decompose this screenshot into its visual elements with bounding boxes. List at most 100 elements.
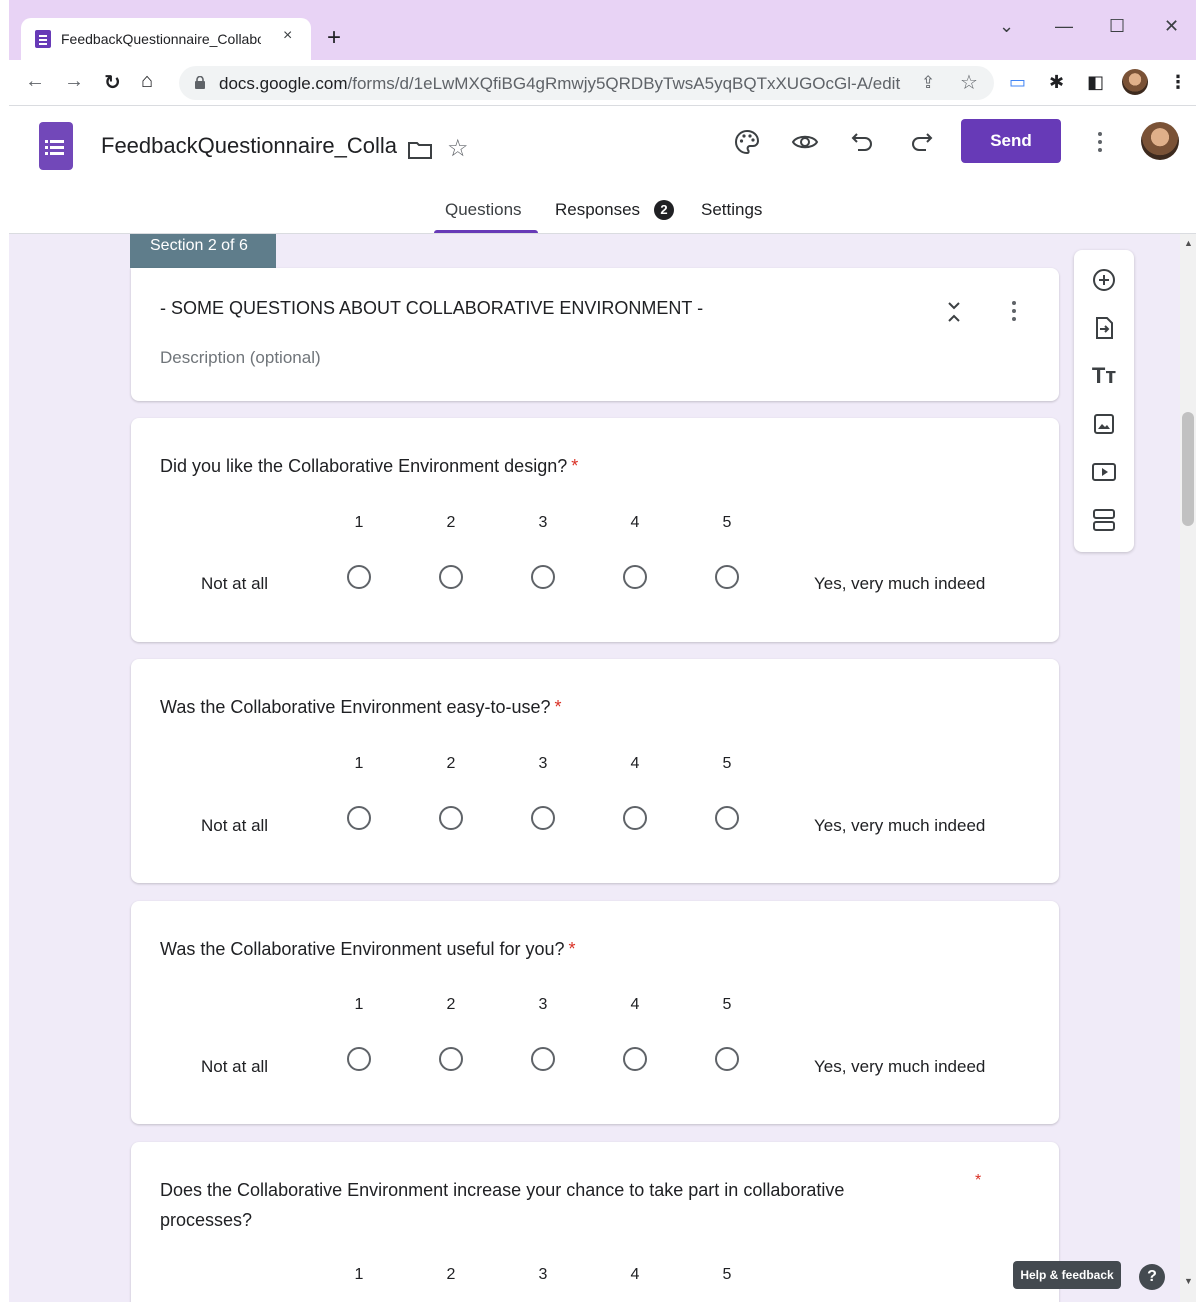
palette-icon[interactable] [733, 128, 761, 156]
scale-number: 5 [722, 755, 732, 772]
radio-option[interactable] [715, 565, 739, 589]
question-title[interactable]: Was the Collaborative Environment easy-t… [160, 692, 562, 722]
section-description-field[interactable]: Description (optional) [160, 348, 321, 368]
add-video-icon[interactable] [1091, 459, 1117, 485]
scale-number: 4 [630, 514, 640, 531]
section-more-icon[interactable] [1011, 301, 1017, 323]
redo-icon[interactable] [907, 128, 935, 156]
required-asterisk: * [571, 456, 579, 476]
tab-responses[interactable]: Responses [555, 200, 640, 220]
new-tab-button[interactable]: + [327, 24, 341, 52]
reload-icon[interactable]: ↻ [104, 70, 121, 95]
question-title[interactable]: Did you like the Collaborative Environme… [160, 451, 578, 481]
section-title[interactable]: - SOME QUESTIONS ABOUT COLLABORATIVE ENV… [160, 298, 703, 319]
question-card[interactable]: Does the Collaborative Environment incre… [131, 1142, 1059, 1302]
browser-menu-icon[interactable]: ⋮ [1169, 72, 1187, 93]
question-card[interactable]: Did you like the Collaborative Environme… [131, 418, 1059, 642]
help-icon[interactable]: ? [1139, 1264, 1165, 1290]
radio-option[interactable] [715, 806, 739, 830]
tab-questions[interactable]: Questions [445, 200, 522, 220]
back-icon[interactable]: ← [25, 70, 45, 93]
radio-option[interactable] [347, 806, 371, 830]
radio-option[interactable] [623, 565, 647, 589]
close-window-icon[interactable]: ✕ [1164, 16, 1179, 37]
maximize-icon[interactable]: ☐ [1109, 16, 1125, 37]
section-header-card[interactable]: - SOME QUESTIONS ABOUT COLLABORATIVE ENV… [131, 268, 1059, 401]
collapse-section-icon[interactable] [947, 301, 961, 323]
more-options-icon[interactable] [1097, 132, 1103, 154]
scrollbar-thumb[interactable] [1182, 412, 1194, 526]
google-forms-logo-icon[interactable] [39, 122, 73, 170]
required-asterisk: * [975, 1172, 982, 1189]
radio-option[interactable] [623, 806, 647, 830]
address-bar[interactable]: docs.google.com/forms/d/1eLwMXQfiBG4gRmw… [179, 66, 994, 100]
browser-tab[interactable]: FeedbackQuestionnaire_Collabor × [21, 18, 311, 60]
share-icon[interactable]: ⇪ [921, 73, 935, 93]
radio-option[interactable] [531, 565, 555, 589]
active-tab-indicator [434, 230, 538, 233]
folder-icon[interactable] [407, 140, 433, 160]
page-scrollbar[interactable]: ▲ ▼ [1180, 234, 1196, 1302]
radio-option[interactable] [715, 1047, 739, 1071]
section-tag: Section 2 of 6 [130, 234, 276, 268]
question-title[interactable]: Was the Collaborative Environment useful… [160, 934, 576, 964]
forward-icon[interactable]: → [64, 70, 84, 93]
side-panel-icon[interactable]: ◧ [1087, 72, 1104, 93]
radio-option[interactable] [623, 1047, 647, 1071]
send-button[interactable]: Send [961, 119, 1061, 163]
scale-number: 3 [538, 996, 548, 1013]
scale-number: 4 [630, 755, 640, 772]
scale-number: 2 [446, 996, 456, 1013]
scale-number: 2 [446, 1266, 456, 1283]
question-text: Does the Collaborative Environment incre… [160, 1180, 845, 1230]
radio-option[interactable] [347, 1047, 371, 1071]
bookmark-star-icon[interactable]: ☆ [960, 70, 978, 95]
forms-header: FeedbackQuestionnaire_Colla ☆ Send Quest… [9, 106, 1196, 234]
tab-close-icon[interactable]: × [283, 27, 292, 45]
add-section-icon[interactable] [1091, 507, 1117, 533]
question-text: Was the Collaborative Environment easy-t… [160, 697, 551, 717]
home-icon[interactable]: ⌂ [141, 70, 153, 93]
star-icon[interactable]: ☆ [447, 134, 469, 163]
help-feedback-button[interactable]: Help & feedback [1013, 1261, 1121, 1289]
tab-settings[interactable]: Settings [701, 200, 762, 220]
extensions-puzzle-icon[interactable]: ✱ [1049, 72, 1064, 93]
question-card[interactable]: Was the Collaborative Environment useful… [131, 901, 1059, 1124]
form-title[interactable]: FeedbackQuestionnaire_Colla [101, 133, 397, 159]
browser-toolbar: ← → ↻ ⌂ docs.google.com/forms/d/1eLwMXQf… [9, 60, 1196, 106]
scale-high-label: Yes, very much indeed [814, 1057, 986, 1076]
preview-eye-icon[interactable] [791, 128, 819, 156]
radio-option[interactable] [439, 565, 463, 589]
scale-number: 5 [722, 514, 732, 531]
scale-low-label: Not at all [201, 574, 269, 593]
radio-option[interactable] [439, 1047, 463, 1071]
tab-title: FeedbackQuestionnaire_Collabor [61, 31, 261, 47]
import-questions-icon[interactable] [1091, 315, 1117, 341]
docs-extension-icon[interactable]: ▭ [1009, 72, 1026, 93]
radio-option[interactable] [439, 806, 463, 830]
radio-option[interactable] [531, 1047, 555, 1071]
profile-avatar[interactable] [1122, 69, 1148, 95]
radio-option[interactable] [347, 565, 371, 589]
add-image-icon[interactable] [1091, 411, 1117, 437]
scale-number: 2 [446, 514, 456, 531]
question-title[interactable]: Does the Collaborative Environment incre… [160, 1175, 920, 1235]
minimize-icon[interactable]: — [1055, 16, 1073, 37]
radio-option[interactable] [531, 806, 555, 830]
forms-favicon-icon [35, 30, 51, 48]
responses-count-badge: 2 [654, 200, 674, 220]
undo-icon[interactable] [849, 128, 877, 156]
add-title-description-icon[interactable]: Tт [1091, 363, 1117, 389]
scale-number: 1 [354, 996, 364, 1013]
add-question-icon[interactable] [1091, 267, 1117, 293]
scale-number: 5 [722, 1266, 732, 1283]
scroll-up-arrow-icon[interactable]: ▲ [1184, 238, 1193, 248]
question-card[interactable]: Was the Collaborative Environment easy-t… [131, 659, 1059, 883]
required-asterisk: * [554, 697, 562, 717]
scroll-down-arrow-icon[interactable]: ▼ [1184, 1276, 1193, 1286]
account-avatar[interactable] [1141, 122, 1179, 160]
scale-low-label: Not at all [201, 816, 269, 835]
scale-number: 3 [538, 514, 548, 531]
tab-search-icon[interactable]: ⌄ [999, 16, 1014, 37]
url-host: docs.google.com [219, 74, 348, 93]
